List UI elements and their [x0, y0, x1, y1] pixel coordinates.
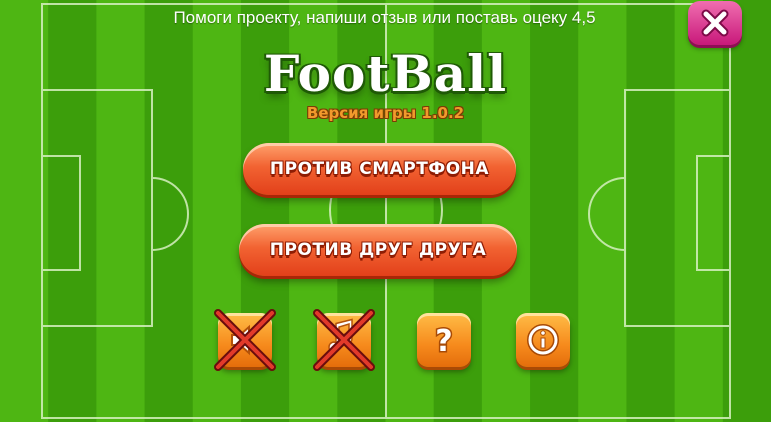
play-vs-each-other-label: Против друг друга: [269, 240, 487, 260]
play-vs-each-other-button[interactable]: Против друг друга: [239, 224, 517, 276]
music-toggle-button[interactable]: [313, 309, 375, 371]
feedback-banner-text: Помоги проекту, напиши отзыв или поставь…: [173, 8, 596, 27]
close-button[interactable]: [688, 1, 742, 45]
play-vs-smartphone-label: Против смартфона: [269, 159, 490, 179]
play-vs-smartphone-button[interactable]: Против смартфона: [243, 143, 516, 195]
game-version: Версия игры 1.0.2: [306, 104, 465, 122]
info-button[interactable]: [516, 313, 570, 367]
game-logo-title: FootBall: [263, 44, 508, 103]
help-button[interactable]: ?: [417, 313, 471, 367]
disabled-cross-icon: [214, 309, 276, 371]
svg-text:?: ?: [435, 324, 452, 359]
feedback-banner[interactable]: Помоги проекту, напиши отзыв или поставь…: [0, 8, 771, 28]
info-icon: [527, 324, 559, 356]
close-icon: [701, 9, 729, 37]
question-icon: ?: [434, 323, 454, 361]
sound-toggle-button[interactable]: [214, 309, 276, 371]
disabled-cross-icon: [313, 309, 375, 371]
